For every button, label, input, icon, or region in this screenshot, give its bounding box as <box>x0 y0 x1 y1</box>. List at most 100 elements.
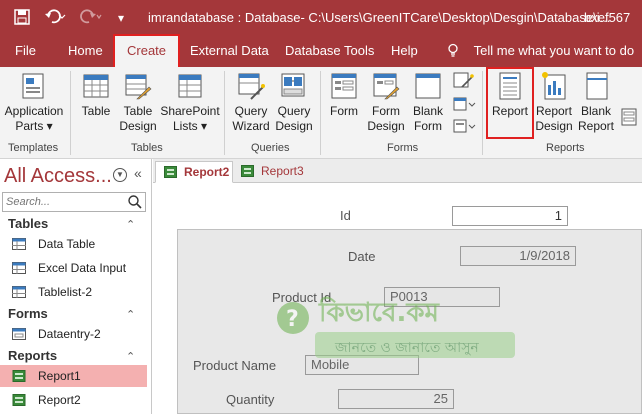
blank-report-icon <box>586 72 608 100</box>
blank-report-button[interactable]: Blank Report <box>576 71 616 134</box>
report-design-label-1: Report <box>535 104 573 118</box>
application-parts-label-2: Parts ▾ <box>15 119 53 133</box>
tab-help[interactable]: Help <box>391 36 418 67</box>
tab-database-tools[interactable]: Database Tools <box>285 36 374 67</box>
ribbon: Application Parts ▾ Templates Table Tabl… <box>0 67 642 159</box>
group-label-reports: Reports <box>546 142 585 154</box>
blank-form-icon <box>415 73 441 99</box>
table-object-icon <box>12 286 26 298</box>
id-field[interactable]: 1 <box>452 206 568 226</box>
group-separator <box>70 71 71 155</box>
tab-create[interactable]: Create <box>113 34 181 67</box>
watermark-logo: ? কিভাবে.কম জানতে ও জানাতে আসুন <box>275 290 520 366</box>
query-design-button[interactable]: Query Design <box>274 71 314 134</box>
nav-item-excel-data-input[interactable]: Excel Data Input <box>0 257 147 279</box>
table-object-icon <box>12 238 26 250</box>
sharepoint-lists-label-1: SharePoint <box>160 104 220 118</box>
navigation-pane: All Access... ▼ « Tables ⌃ Data Table Ex… <box>0 159 152 414</box>
table-button[interactable]: Table <box>78 71 114 119</box>
sharepoint-lists-label-2: Lists ▾ <box>172 119 208 133</box>
menu-bar: File Home Create External Data Database … <box>0 34 642 67</box>
report-button-highlight <box>486 67 534 139</box>
report-design-button[interactable]: Report Design <box>534 71 574 134</box>
doc-tab-label: Report2 <box>184 165 230 179</box>
table-object-icon <box>12 262 26 274</box>
customize-toolbar-icon[interactable]: ▾ <box>118 9 124 27</box>
nav-item-report2[interactable]: Report2 <box>0 389 147 411</box>
watermark-title: কিভাবে.কম <box>319 298 439 328</box>
blank-form-label-2: Form <box>414 119 442 133</box>
search-icon[interactable] <box>127 194 143 210</box>
group-separator <box>320 71 321 155</box>
application-parts-label-1: Application <box>4 104 64 118</box>
nav-section-reports[interactable]: Reports <box>8 348 57 363</box>
tell-me-search[interactable]: Tell me what you want to do <box>446 36 634 67</box>
collapse-chevron-icon[interactable]: ⌃ <box>126 350 135 363</box>
report-design-label-2: Design <box>535 119 573 133</box>
form-design-icon <box>373 73 400 100</box>
nav-section-tables[interactable]: Tables <box>8 216 48 231</box>
query-design-icon <box>281 73 305 97</box>
doc-tab-report3[interactable]: Report3 <box>233 161 313 183</box>
nav-pane-title[interactable]: All Access... <box>4 165 112 188</box>
report-object-icon <box>12 370 26 382</box>
form-label: Form <box>330 104 358 118</box>
sharepoint-lists-button[interactable]: SharePoint Lists ▾ <box>160 71 220 134</box>
nav-section-forms[interactable]: Forms <box>8 306 48 321</box>
collapse-chevron-icon[interactable]: ⌃ <box>126 218 135 231</box>
query-design-label-1: Query <box>277 104 311 118</box>
tab-external-data[interactable]: External Data <box>190 36 269 67</box>
group-label-templates: Templates <box>8 142 59 154</box>
navigation-icon <box>453 97 476 111</box>
nav-item-report1[interactable]: Report1 <box>0 365 147 387</box>
doc-tab-label: Report3 <box>261 164 304 178</box>
date-field[interactable]: 1/9/2018 <box>460 246 576 266</box>
nav-pane-menu-icon[interactable]: ▼ <box>113 168 127 182</box>
shutter-bar-close-icon[interactable]: « <box>134 165 142 181</box>
report-object-icon <box>164 166 177 178</box>
form-wizard-small-button[interactable] <box>452 71 476 89</box>
table-design-button[interactable]: Table Design <box>118 71 158 134</box>
blank-report-label-2: Report <box>577 119 615 133</box>
title-bar: ▾ imrandatabase : Database- C:\Users\Gre… <box>0 0 642 36</box>
nav-item-label: Tablelist-2 <box>38 285 93 299</box>
collapse-chevron-icon[interactable]: ⌃ <box>126 308 135 321</box>
redo-icon[interactable] <box>80 9 102 30</box>
labels-button[interactable] <box>620 107 638 127</box>
query-wizard-label-2: Wizard <box>232 119 270 133</box>
tab-home[interactable]: Home <box>68 36 103 67</box>
form-object-icon <box>12 328 26 340</box>
tab-file[interactable]: File <box>15 36 36 67</box>
undo-icon[interactable] <box>44 9 66 30</box>
date-label: Date <box>348 249 376 264</box>
nav-item-tablelist-2[interactable]: Tablelist-2 <box>0 281 147 303</box>
form-button[interactable]: Form <box>326 71 362 119</box>
nav-item-dataentry-2[interactable]: Dataentry-2 <box>0 323 147 345</box>
report-object-icon <box>241 165 254 177</box>
product-name-label: Product Name <box>193 358 277 373</box>
query-design-label-2: Design <box>275 119 313 133</box>
group-separator <box>224 71 225 155</box>
save-icon[interactable] <box>14 9 30 30</box>
group-label-tables: Tables <box>131 142 163 154</box>
blank-form-button[interactable]: Blank Form <box>408 71 448 134</box>
form-design-button[interactable]: Form Design <box>366 71 406 134</box>
form-design-label-1: Form <box>372 104 400 118</box>
tell-me-label: Tell me what you want to do <box>473 43 635 58</box>
nav-item-label: Excel Data Input <box>38 261 127 275</box>
user-name[interactable]: bxef567 <box>584 10 630 25</box>
report-object-icon <box>12 394 26 406</box>
id-label: Id <box>340 208 351 223</box>
nav-item-label: Dataentry-2 <box>38 327 101 341</box>
lightbulb-icon <box>448 43 458 57</box>
query-wizard-button[interactable]: Query Wizard <box>230 71 272 134</box>
group-label-forms: Forms <box>387 142 419 154</box>
nav-search-input[interactable] <box>3 193 121 211</box>
application-parts-button[interactable]: Application Parts ▾ <box>2 71 66 134</box>
navigation-dropdown-button[interactable] <box>452 95 476 113</box>
more-forms-dropdown-button[interactable] <box>452 117 476 135</box>
nav-item-data-table[interactable]: Data Table <box>0 233 147 255</box>
doc-tab-report2[interactable]: Report2 <box>155 161 233 183</box>
quantity-field[interactable]: 25 <box>338 389 454 409</box>
report-design-icon <box>542 72 566 100</box>
